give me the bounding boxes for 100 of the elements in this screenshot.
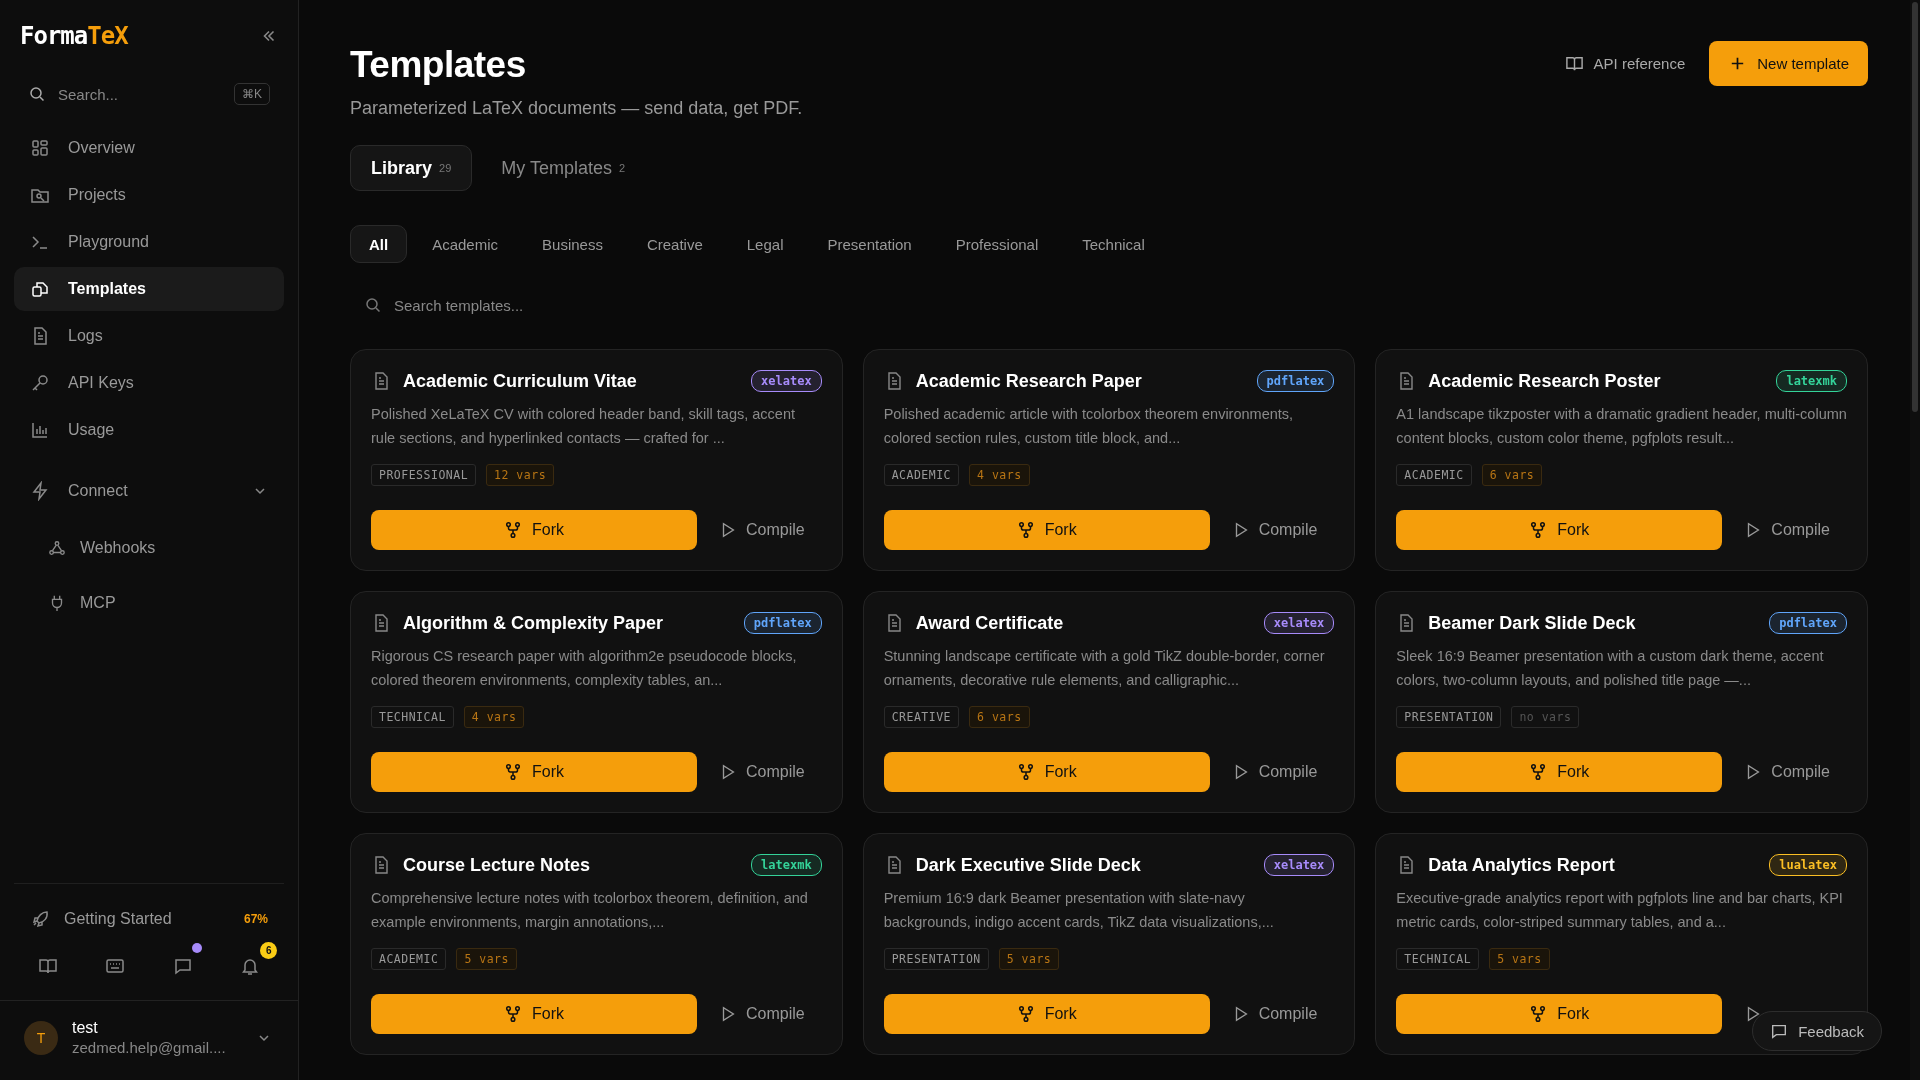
nav-item[interactable]: Playground: [14, 220, 284, 264]
category-tag: TECHNICAL: [1396, 948, 1480, 970]
webhook-icon: [48, 539, 66, 557]
vars-tag: 4 vars: [969, 464, 1030, 486]
card-title: Academic Research Poster: [1428, 370, 1662, 392]
fork-icon: [1016, 763, 1035, 781]
engine-tag: xelatex: [751, 370, 822, 392]
compile-button[interactable]: Compile: [1231, 1005, 1318, 1023]
page-subtitle: Parameterized LaTeX documents — send data, get PDF.: [350, 98, 803, 119]
fork-button[interactable]: Fork: [883, 510, 1210, 550]
feedback-button[interactable]: Feedback: [1752, 1011, 1882, 1051]
filter-chip[interactable]: Technical: [1063, 225, 1164, 263]
card-title: Academic Research Paper: [915, 370, 1143, 392]
book-icon: [1564, 54, 1584, 73]
fork-button[interactable]: Fork: [883, 994, 1210, 1034]
filter-chip[interactable]: Presentation: [808, 225, 931, 263]
category-tag: PROFESSIONAL: [371, 464, 477, 486]
getting-started-link[interactable]: Getting Started 67%: [14, 902, 284, 936]
category-tag: ACADEMIC: [883, 464, 960, 486]
scrollbar[interactable]: [1910, 0, 1920, 1080]
fork-icon: [1529, 1005, 1548, 1023]
filter-chip[interactable]: All: [350, 225, 408, 263]
api-reference-link[interactable]: API reference: [1564, 54, 1686, 73]
shortcut-hint: ⌘K: [234, 83, 270, 105]
new-template-button[interactable]: New template: [1709, 41, 1868, 86]
engine-tag: xelatex: [1263, 854, 1335, 876]
card-title: Dark Executive Slide Deck: [915, 854, 1142, 876]
fork-icon: [504, 763, 522, 781]
chat-icon[interactable]: [172, 956, 193, 976]
avatar: T: [24, 1020, 58, 1055]
nav-item[interactable]: API Keys: [14, 361, 284, 405]
fork-button[interactable]: Fork: [1396, 510, 1723, 550]
compile-button[interactable]: Compile: [1744, 521, 1830, 539]
nav-item[interactable]: Projects: [14, 173, 284, 217]
compile-button[interactable]: Compile: [1231, 763, 1318, 781]
fork-button[interactable]: Fork: [1396, 994, 1723, 1034]
keyboard-icon[interactable]: [105, 956, 126, 976]
search-icon: [365, 297, 381, 313]
card-description: Stunning landscape certificate with a gold TikZ double-border, corner ornaments, decorative rule elements, and calligraphic...: [883, 647, 1326, 690]
compile-button[interactable]: Compile: [719, 521, 805, 539]
nav-item[interactable]: Webhooks: [14, 528, 284, 568]
compile-button[interactable]: Compile: [1231, 521, 1318, 539]
vars-tag: 6 vars: [969, 706, 1030, 728]
nav-item[interactable]: Overview: [14, 126, 284, 170]
fork-button[interactable]: Fork: [371, 752, 697, 792]
fork-icon: [1529, 763, 1548, 781]
copy-icon: [30, 279, 50, 299]
nav-item[interactable]: MCP: [14, 583, 284, 623]
engine-tag: latexmk: [751, 854, 822, 876]
category-tag: TECHNICAL: [371, 706, 454, 728]
template-search-field[interactable]: Search templates...: [350, 283, 750, 327]
book-icon[interactable]: [37, 956, 58, 976]
bell-icon[interactable]: [240, 956, 261, 976]
filter-chip[interactable]: Legal: [727, 225, 803, 263]
compile-button[interactable]: Compile: [719, 1005, 805, 1023]
fork-icon: [1529, 521, 1548, 539]
card-description: Rigorous CS research paper with algorithm2e pseudocode blocks, colored theorem environments, complexity tables, an...: [371, 647, 798, 690]
card-title: Award Certificate: [915, 612, 1065, 634]
nav-item[interactable]: Usage: [14, 408, 284, 452]
compile-button[interactable]: Compile: [719, 763, 805, 781]
category-tag: PRESENTATION: [1396, 706, 1502, 728]
card-title: Beamer Dark Slide Deck: [1428, 612, 1637, 634]
fork-button[interactable]: Fork: [1396, 752, 1723, 792]
compile-button[interactable]: Compile: [1744, 763, 1830, 781]
vars-tag: no vars: [1511, 706, 1580, 728]
card-title: Data Analytics Report: [1428, 854, 1616, 876]
card-description: Sleek 16:9 Beamer presentation with a custom dark theme, accent colors, two-column layouts, and polished title page —...: [1396, 647, 1825, 690]
notification-badge: 6: [260, 942, 278, 959]
fork-button[interactable]: Fork: [371, 510, 697, 550]
card-description: Polished academic article with tcolorbox theorem environments, colored section rules, custom title block, and...: [883, 405, 1295, 448]
card-title: Course Lecture Notes: [403, 854, 592, 876]
logo[interactable]: FormaTeX: [20, 22, 128, 50]
connect-section[interactable]: Connect: [14, 469, 284, 513]
filter-chip[interactable]: Professional: [936, 225, 1058, 263]
grid-icon: [30, 138, 50, 158]
engine-tag: xelatex: [1263, 612, 1335, 634]
card-title: Algorithm & Complexity Paper: [403, 612, 665, 634]
card-description: Polished XeLaTeX CV with colored header band, skill tags, accent rule sections, and hyperlinked contacts — crafted for ...: [371, 405, 796, 448]
vars-tag: 5 vars: [1489, 948, 1550, 970]
card-description: Premium 16:9 dark Beamer presentation with slate-navy backgrounds, indigo accent cards, TikZ data visualizations,...: [883, 889, 1275, 932]
nav-item[interactable]: Logs: [14, 314, 284, 358]
engine-tag: pdflatex: [1769, 612, 1847, 634]
vars-tag: 6 vars: [1481, 464, 1543, 486]
fork-icon: [504, 521, 522, 539]
filter-chip[interactable]: Creative: [627, 225, 722, 263]
fork-button[interactable]: Fork: [883, 752, 1210, 792]
vars-tag: 5 vars: [998, 948, 1060, 970]
rocket-icon: [30, 909, 50, 929]
card-description: A1 landscape tikzposter with a dramatic gradient header, multi-column content blocks, custom color theme, pgfplots result...: [1396, 405, 1847, 448]
chat-icon: [1770, 1022, 1789, 1040]
vars-tag: 12 vars: [486, 464, 555, 486]
vars-tag: 4 vars: [463, 706, 525, 728]
card-title: Academic Curriculum Vitae: [403, 370, 638, 392]
fork-button[interactable]: Fork: [371, 994, 697, 1034]
bar-chart-icon: [30, 420, 50, 440]
user-menu[interactable]: T test zedmed.help@gmail....: [0, 1000, 298, 1080]
nav-item[interactable]: Templates: [14, 267, 284, 311]
engine-tag: pdflatex: [1256, 370, 1335, 392]
filter-chip[interactable]: Business: [523, 225, 622, 263]
filter-chip[interactable]: Academic: [413, 225, 518, 263]
